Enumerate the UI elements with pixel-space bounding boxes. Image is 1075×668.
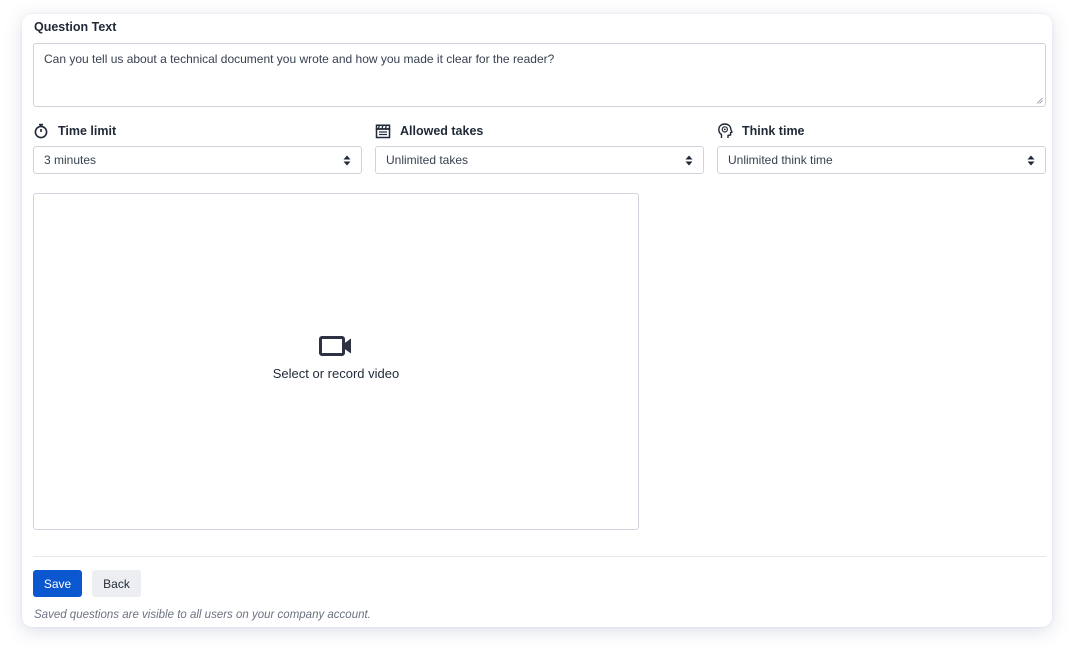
stopwatch-icon bbox=[34, 123, 48, 139]
divider bbox=[33, 556, 1046, 557]
think-time-select[interactable]: Unlimited think time bbox=[717, 146, 1046, 174]
time-limit-value: 3 minutes bbox=[44, 153, 97, 167]
question-editor-card: Question Text Can you tell us about a te… bbox=[22, 14, 1052, 627]
select-arrows-icon bbox=[1027, 155, 1035, 165]
video-upload-area[interactable]: Select or record video bbox=[33, 193, 639, 530]
time-limit-select[interactable]: 3 minutes bbox=[33, 146, 362, 174]
think-time-value: Unlimited think time bbox=[728, 153, 833, 167]
question-text-label: Question Text bbox=[34, 20, 117, 34]
resize-grip-icon[interactable] bbox=[1036, 97, 1043, 104]
allowed-takes-label: Allowed takes bbox=[375, 123, 483, 139]
think-time-label-text: Think time bbox=[742, 124, 805, 138]
save-button[interactable]: Save bbox=[33, 570, 82, 597]
visibility-note: Saved questions are visible to all users… bbox=[34, 609, 371, 621]
time-limit-label-text: Time limit bbox=[58, 124, 117, 138]
question-text-input[interactable]: Can you tell us about a technical docume… bbox=[33, 43, 1046, 107]
allowed-takes-label-text: Allowed takes bbox=[400, 124, 484, 138]
video-camera-icon bbox=[319, 335, 351, 356]
clapperboard-icon bbox=[375, 124, 391, 139]
question-text-value: Can you tell us about a technical docume… bbox=[44, 52, 555, 66]
head-brain-icon bbox=[718, 123, 733, 138]
select-arrows-icon bbox=[685, 155, 693, 165]
select-arrows-icon bbox=[343, 155, 351, 165]
allowed-takes-value: Unlimited takes bbox=[386, 153, 469, 167]
time-limit-label: Time limit bbox=[33, 123, 116, 139]
think-time-label: Think time bbox=[717, 123, 805, 139]
video-upload-label: Select or record video bbox=[272, 365, 400, 381]
allowed-takes-select[interactable]: Unlimited takes bbox=[375, 146, 704, 174]
back-button[interactable]: Back bbox=[92, 570, 141, 597]
